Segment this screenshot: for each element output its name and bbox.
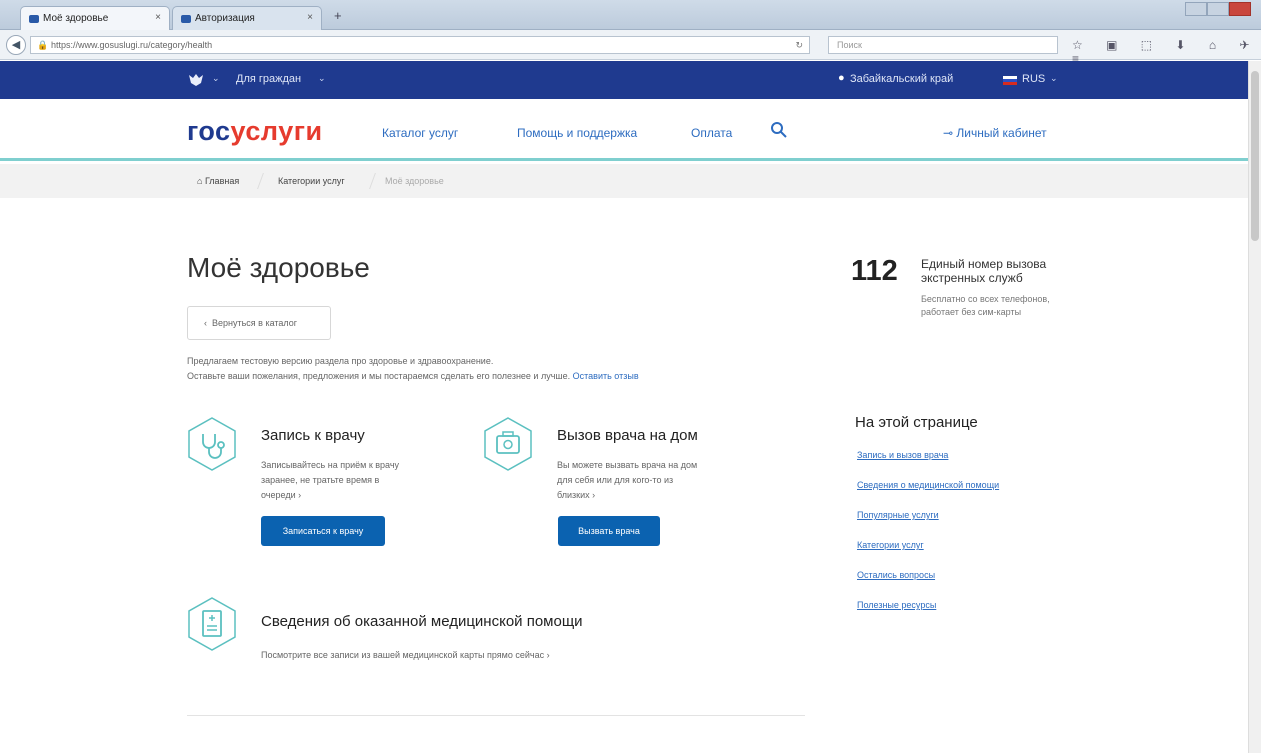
toc-link-appointments[interactable]: Запись и вызов врача: [857, 450, 948, 460]
key-icon: ⊸: [943, 126, 957, 140]
service-desc-home-call: Вы можете вызвать врача на дом для себя …: [557, 458, 697, 503]
breadcrumb: ⌂ Главная Категории услуг Моё здоровье: [0, 164, 1248, 198]
intro-text-1: Предлагаем тестовую версию раздела про з…: [187, 356, 494, 366]
chevron-left-icon: ‹: [204, 318, 212, 328]
browser-tab-health[interactable]: Моё здоровье ×: [20, 6, 170, 30]
favicon-icon: [181, 15, 191, 23]
site-header: госуслуги Каталог услуг Помощь и поддерж…: [0, 99, 1248, 161]
russia-flag-icon: [1003, 76, 1017, 85]
chevron-down-icon[interactable]: ⌄: [212, 73, 220, 84]
emblem-icon[interactable]: [187, 72, 205, 88]
emergency-description: Бесплатно со всех телефонов, работает бе…: [921, 294, 1050, 317]
new-tab-button[interactable]: +: [334, 8, 342, 23]
page-scrollbar[interactable]: [1248, 61, 1261, 753]
section-divider: [187, 715, 805, 716]
personal-cabinet-link[interactable]: ⊸ Личный кабинет: [943, 126, 1047, 140]
breadcrumb-home[interactable]: ⌂ Главная: [197, 176, 239, 186]
book-doctor-button[interactable]: Записаться к врачу: [261, 516, 385, 546]
breadcrumb-categories[interactable]: Категории услуг: [278, 176, 345, 186]
breadcrumb-divider: [257, 173, 264, 189]
favicon-icon: [29, 15, 39, 23]
close-tab-icon[interactable]: ×: [307, 12, 313, 23]
service-desc-appointment: Записывайтесь на приём к врачу заранее, …: [261, 458, 399, 503]
logo-part-1: гос: [187, 116, 231, 146]
lock-icon: 🔒: [37, 40, 49, 50]
browser-tab-bar: Моё здоровье × Авторизация × +: [0, 0, 1261, 30]
desc-line: для себя или для кого-то из: [557, 475, 674, 485]
on-this-page-heading: На этой странице: [855, 414, 978, 431]
toc-link-popular-services[interactable]: Популярные услуги: [857, 510, 939, 520]
close-tab-icon[interactable]: ×: [155, 12, 161, 23]
chevron-right-icon: ›: [298, 490, 302, 500]
nav-payment[interactable]: Оплата: [691, 126, 732, 140]
breadcrumb-label: Главная: [204, 176, 240, 186]
location-pin-icon: ●: [838, 72, 845, 84]
toc-link-categories[interactable]: Категории услуг: [857, 540, 924, 550]
nav-help[interactable]: Помощь и поддержка: [517, 126, 637, 140]
chevron-down-icon[interactable]: ⌄: [318, 73, 326, 84]
page-title: Моё здоровье: [187, 252, 370, 283]
service-title-home-call[interactable]: Вызов врача на дом: [557, 427, 698, 444]
cabinet-label: Личный кабинет: [956, 126, 1047, 140]
close-window-button[interactable]: [1229, 2, 1251, 16]
desc-line-text: близких: [557, 490, 590, 500]
toc-link-medical-info[interactable]: Сведения о медицинской помощи: [857, 480, 999, 490]
breadcrumb-divider: [369, 173, 376, 189]
back-to-catalog-button[interactable]: ‹ Вернуться в каталог: [187, 306, 331, 340]
service-title-appointment[interactable]: Запись к врачу: [261, 427, 365, 444]
gosuslugi-logo[interactable]: госуслуги: [187, 116, 323, 147]
logo-part-2: услуги: [230, 116, 323, 146]
maximize-button[interactable]: [1207, 2, 1229, 16]
address-bar[interactable]: 🔒 https://www.gosuslugi.ru/category/heal…: [30, 36, 810, 54]
back-button[interactable]: ◀: [6, 35, 26, 55]
search-icon[interactable]: [770, 121, 788, 139]
minimize-button[interactable]: [1185, 2, 1207, 16]
desc-line-text: очереди: [261, 490, 296, 500]
window-controls: [1185, 2, 1255, 16]
feedback-link[interactable]: Оставить отзыв: [573, 371, 639, 381]
home-icon: ⌂: [197, 176, 205, 186]
top-navigation-bar: ⌄ Для граждан ⌄ ● Забайкальский край RUS…: [0, 61, 1248, 99]
stethoscope-icon: [188, 417, 236, 471]
desc-line: Вы можете вызвать врача на дом: [557, 460, 698, 470]
url-text: https://www.gosuslugi.ru/category/health: [51, 40, 213, 50]
emergency-title: Единый номер вызова экстренных служб: [921, 257, 1047, 285]
search-placeholder: Поиск: [837, 40, 862, 50]
service-desc-medical-records[interactable]: Посмотрите все записи из вашей медицинск…: [261, 648, 550, 663]
browser-tab-auth[interactable]: Авторизация ×: [172, 6, 322, 30]
nav-catalog[interactable]: Каталог услуг: [382, 126, 458, 140]
medical-record-icon: [188, 597, 236, 651]
citizens-menu[interactable]: Для граждан: [236, 73, 301, 85]
back-label: Вернуться в каталог: [212, 318, 298, 328]
breadcrumb-current: Моё здоровье: [385, 176, 444, 186]
toc-link-resources[interactable]: Полезные ресурсы: [857, 600, 936, 610]
call-doctor-button[interactable]: Вызвать врача: [558, 516, 660, 546]
browser-toolbar: ◀ 🔒 https://www.gosuslugi.ru/category/he…: [0, 30, 1261, 66]
tab-title: Моё здоровье: [43, 13, 109, 24]
medical-bag-icon: [484, 417, 532, 471]
emergency-number: 112: [851, 255, 898, 287]
intro-text-2-body: Оставьте ваши пожелания, предложения и м…: [187, 371, 571, 381]
desc-line[interactable]: очереди ›: [261, 488, 399, 503]
desc-line: заранее, не тратьте время в: [261, 475, 380, 485]
intro-text-2: Оставьте ваши пожелания, предложения и м…: [187, 371, 639, 381]
tab-title: Авторизация: [195, 13, 255, 24]
toc-link-questions[interactable]: Остались вопросы: [857, 570, 935, 580]
desc-line-text: Посмотрите все записи из вашей медицинск…: [261, 650, 545, 660]
service-title-medical-records[interactable]: Сведения об оказанной медицинской помощи: [261, 613, 583, 630]
desc-line: Записывайтесь на приём к врачу: [261, 460, 400, 470]
desc-line[interactable]: близких ›: [557, 488, 697, 503]
scrollbar-thumb[interactable]: [1251, 71, 1259, 241]
region-selector[interactable]: Забайкальский край: [850, 73, 953, 85]
chevron-right-icon: ›: [592, 490, 596, 500]
reload-icon[interactable]: ↻: [795, 40, 803, 51]
chevron-down-icon[interactable]: ⌄: [1050, 73, 1058, 84]
language-selector[interactable]: RUS: [1022, 73, 1045, 85]
browser-search-field[interactable]: Поиск: [828, 36, 1058, 54]
chevron-right-icon: ›: [546, 650, 550, 660]
